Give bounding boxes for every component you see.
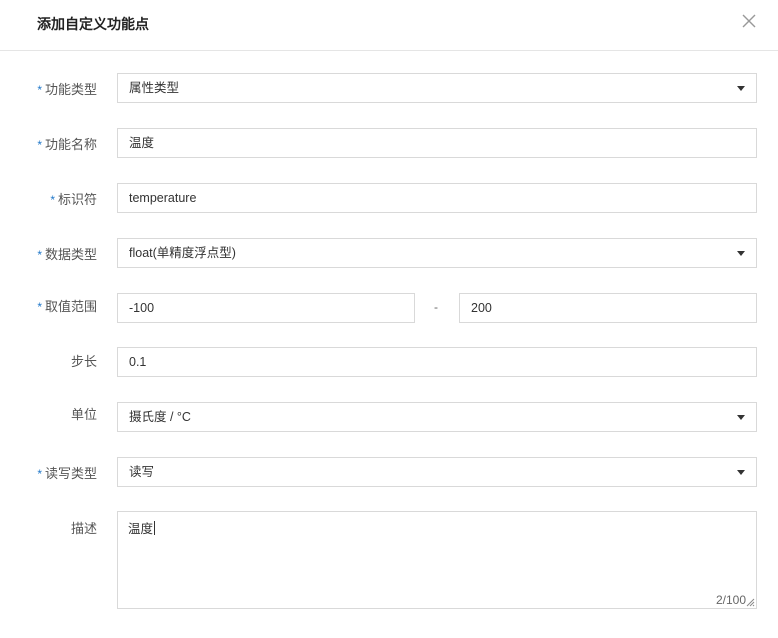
unit-label: 单位 [70,407,97,422]
function-name-label: * 功能名称 [37,137,97,152]
range-max-input[interactable]: 200 [459,293,757,323]
function-type-value: 属性类型 [129,81,180,95]
resize-handle-icon[interactable] [746,598,755,607]
rw-type-select[interactable]: 读写 [117,457,757,487]
step-value: 0.1 [129,355,147,369]
caret-down-icon [737,86,745,91]
identifier-input[interactable]: temperature [117,183,757,213]
function-name-value: 温度 [129,136,155,150]
unit-value: 摄氏度 / °C [129,410,191,424]
caret-down-icon [737,470,745,475]
function-type-select[interactable]: 属性类型 [117,73,757,103]
value-range-label: * 取值范围 [37,299,97,314]
required-star: * [37,138,42,152]
range-max-value: 200 [471,301,492,315]
dialog-header: 添加自定义功能点 [0,0,778,51]
description-label: 描述 [70,521,97,536]
identifier-label: * 标识符 [50,192,97,207]
required-star: * [37,83,42,97]
description-textarea[interactable]: 温度 2/100 [117,511,757,609]
data-type-value: float(单精度浮点型) [129,246,236,260]
identifier-value: temperature [129,191,197,205]
range-min-input[interactable]: -100 [117,293,415,323]
description-value: 温度 [128,522,154,536]
caret-down-icon [737,251,745,256]
text-cursor [154,521,156,535]
required-star: * [37,467,42,481]
add-function-dialog: 添加自定义功能点 * 功能类型 属性类型 * 功能名称 温度 * 标识符 temper… [0,0,778,638]
step-input[interactable]: 0.1 [117,347,757,377]
required-star: * [50,193,55,207]
data-type-select[interactable]: float(单精度浮点型) [117,238,757,268]
char-counter: 2/100 [715,593,746,607]
function-type-label: * 功能类型 [37,82,97,97]
required-star: * [37,300,42,314]
range-separator: - [434,300,438,314]
dialog-title: 添加自定义功能点 [37,16,149,32]
range-min-value: -100 [129,301,155,315]
function-name-input[interactable]: 温度 [117,128,757,158]
required-star: * [37,248,42,262]
rw-type-label: * 读写类型 [37,466,97,481]
caret-down-icon [737,415,745,420]
step-label: 步长 [70,354,97,369]
rw-type-value: 读写 [129,465,155,479]
unit-select[interactable]: 摄氏度 / °C [117,402,757,432]
close-icon[interactable] [740,12,758,30]
data-type-label: * 数据类型 [37,247,97,262]
